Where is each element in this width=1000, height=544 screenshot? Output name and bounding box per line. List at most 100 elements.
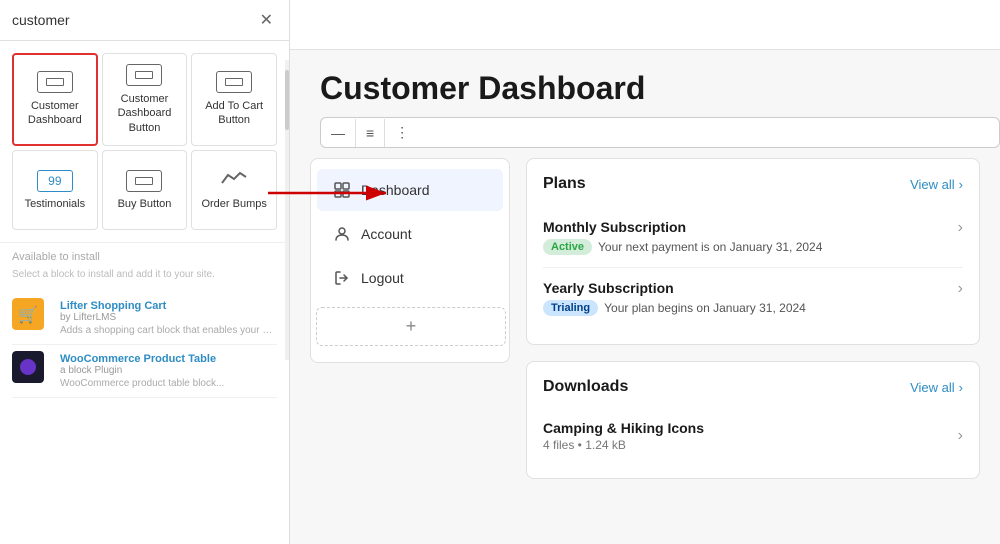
scroll-thumb bbox=[285, 70, 289, 130]
status-badge-trialing: Trialing bbox=[543, 300, 598, 316]
widget-customer-dashboard[interactable]: CustomerDashboard bbox=[12, 53, 98, 146]
widget-label: Buy Button bbox=[118, 198, 172, 210]
widget-toolbar: — ≡ ⋮ bbox=[320, 117, 1000, 148]
widget-icon bbox=[216, 71, 252, 93]
page-title-area: Customer Dashboard bbox=[290, 50, 1000, 117]
layout-icon: — bbox=[331, 125, 345, 141]
bumps-icon bbox=[220, 169, 248, 192]
plugin-info: Lifter Shopping Cart by LifterLMS Adds a… bbox=[60, 300, 277, 336]
widget-add-to-cart[interactable]: Add To CartButton bbox=[191, 53, 277, 146]
available-title: Available to install bbox=[12, 251, 277, 263]
widget-buy-button[interactable]: Buy Button bbox=[102, 150, 188, 230]
plugin-info: WooCommerce Product Table a block Plugin… bbox=[60, 353, 277, 389]
icon-inner bbox=[135, 177, 153, 185]
plans-header: Plans View all › bbox=[543, 175, 963, 193]
plugin-desc: Adds a shopping cart block that enables … bbox=[60, 325, 277, 336]
plugin-meta: by LifterLMS bbox=[60, 312, 277, 323]
plan-desc: Your next payment is on January 31, 2024 bbox=[598, 240, 822, 254]
widget-order-bumps[interactable]: Order Bumps bbox=[191, 150, 277, 230]
widget-label: CustomerDashboard bbox=[28, 99, 82, 128]
widgets-grid: CustomerDashboard CustomerDashboardButto… bbox=[0, 41, 289, 242]
icon-inner bbox=[135, 71, 153, 79]
downloads-header: Downloads View all › bbox=[543, 378, 963, 396]
toolbar-more-button[interactable]: ⋮ bbox=[385, 118, 419, 147]
chevron-right-icon: › bbox=[959, 177, 963, 192]
account-icon bbox=[333, 225, 351, 243]
download-info: Camping & Hiking Icons 4 files • 1.24 kB bbox=[543, 420, 704, 452]
downloads-view-all[interactable]: View all › bbox=[910, 380, 963, 395]
widget-icon bbox=[37, 71, 73, 93]
add-section-button[interactable]: + bbox=[316, 307, 506, 346]
dashboard-icon bbox=[333, 181, 351, 199]
available-section: Available to install Select a block to i… bbox=[0, 242, 289, 288]
search-bar: ✕ bbox=[0, 0, 289, 41]
left-panel: ✕ CustomerDashboard CustomerDashboardBut… bbox=[0, 0, 290, 544]
widget-label: CustomerDashboardButton bbox=[118, 92, 172, 135]
plugin-desc: WooCommerce product table block... bbox=[60, 378, 277, 389]
download-item[interactable]: Camping & Hiking Icons 4 files • 1.24 kB… bbox=[543, 410, 963, 462]
right-panel: Customer Dashboard — ≡ ⋮ bbox=[290, 0, 1000, 544]
widget-icon bbox=[126, 64, 162, 86]
right-header bbox=[290, 0, 1000, 50]
widget-label: Order Bumps bbox=[201, 198, 266, 210]
plan-info: Yearly Subscription Trialing Your plan b… bbox=[543, 280, 806, 316]
nav-item-logout[interactable]: Logout bbox=[317, 257, 503, 299]
widget-label: Testimonials bbox=[25, 198, 86, 210]
sidebar-nav: Dashboard Account bbox=[310, 158, 510, 363]
plans-card: Plans View all › Monthly Subscription Ac… bbox=[526, 158, 980, 345]
plugin-thumb: 🛒 bbox=[12, 298, 52, 338]
download-meta: 4 files • 1.24 kB bbox=[543, 438, 704, 452]
icon-inner bbox=[46, 78, 64, 86]
plan-status-row: Trialing Your plan begins on January 31,… bbox=[543, 300, 806, 316]
plan-status-row: Active Your next payment is on January 3… bbox=[543, 239, 822, 255]
plugin-list: 🛒 Lifter Shopping Cart by LifterLMS Adds… bbox=[0, 288, 289, 402]
close-search-button[interactable]: ✕ bbox=[256, 8, 277, 32]
main-content: Plans View all › Monthly Subscription Ac… bbox=[526, 158, 980, 524]
nav-label: Account bbox=[361, 226, 412, 242]
plan-name: Monthly Subscription bbox=[543, 219, 822, 235]
downloads-title: Downloads bbox=[543, 378, 628, 396]
scrollbar[interactable] bbox=[285, 60, 289, 360]
download-name: Camping & Hiking Icons bbox=[543, 420, 704, 436]
nav-label: Logout bbox=[361, 270, 404, 286]
nav-item-dashboard[interactable]: Dashboard bbox=[317, 169, 503, 211]
testimonials-icon: 99 bbox=[37, 170, 73, 192]
plan-chevron-icon: › bbox=[958, 280, 963, 298]
chevron-right-icon: › bbox=[959, 380, 963, 395]
plan-info: Monthly Subscription Active Your next pa… bbox=[543, 219, 822, 255]
status-badge-active: Active bbox=[543, 239, 592, 255]
widget-testimonials[interactable]: 99 Testimonials bbox=[12, 150, 98, 230]
nav-label: Dashboard bbox=[361, 182, 430, 198]
view-all-text: View all bbox=[910, 177, 955, 192]
nav-item-account[interactable]: Account bbox=[317, 213, 503, 255]
view-all-text: View all bbox=[910, 380, 955, 395]
available-desc: Select a block to install and add it to … bbox=[12, 269, 277, 280]
widget-customer-dashboard-button[interactable]: CustomerDashboardButton bbox=[102, 53, 188, 146]
plugin-name: WooCommerce Product Table bbox=[60, 353, 277, 365]
plan-desc: Your plan begins on January 31, 2024 bbox=[604, 301, 806, 315]
dashboard-content: Dashboard Account bbox=[310, 158, 980, 524]
page-title: Customer Dashboard bbox=[320, 70, 970, 107]
plugin-item-woo[interactable]: WooCommerce Product Table a block Plugin… bbox=[12, 345, 277, 398]
plans-view-all[interactable]: View all › bbox=[910, 177, 963, 192]
plugin-name: Lifter Shopping Cart bbox=[60, 300, 277, 312]
plan-chevron-icon: › bbox=[958, 219, 963, 237]
plan-yearly[interactable]: Yearly Subscription Trialing Your plan b… bbox=[543, 268, 963, 328]
plugin-thumb bbox=[12, 351, 52, 391]
svg-text:🛒: 🛒 bbox=[18, 305, 38, 324]
logout-icon bbox=[333, 269, 351, 287]
widget-label: Add To CartButton bbox=[205, 99, 263, 128]
download-chevron-icon: › bbox=[958, 427, 963, 445]
plugin-item-lifter[interactable]: 🛒 Lifter Shopping Cart by LifterLMS Adds… bbox=[12, 292, 277, 345]
icon-inner bbox=[225, 78, 243, 86]
downloads-card: Downloads View all › Camping & Hiking Ic… bbox=[526, 361, 980, 479]
list-icon: ≡ bbox=[366, 125, 374, 141]
plan-name: Yearly Subscription bbox=[543, 280, 806, 296]
plan-monthly[interactable]: Monthly Subscription Active Your next pa… bbox=[543, 207, 963, 268]
widget-icon bbox=[126, 170, 162, 192]
search-input[interactable] bbox=[12, 12, 256, 28]
toolbar-layout-button[interactable]: — bbox=[321, 119, 356, 147]
more-icon: ⋮ bbox=[395, 124, 409, 141]
plans-title: Plans bbox=[543, 175, 586, 193]
toolbar-list-button[interactable]: ≡ bbox=[356, 119, 385, 147]
